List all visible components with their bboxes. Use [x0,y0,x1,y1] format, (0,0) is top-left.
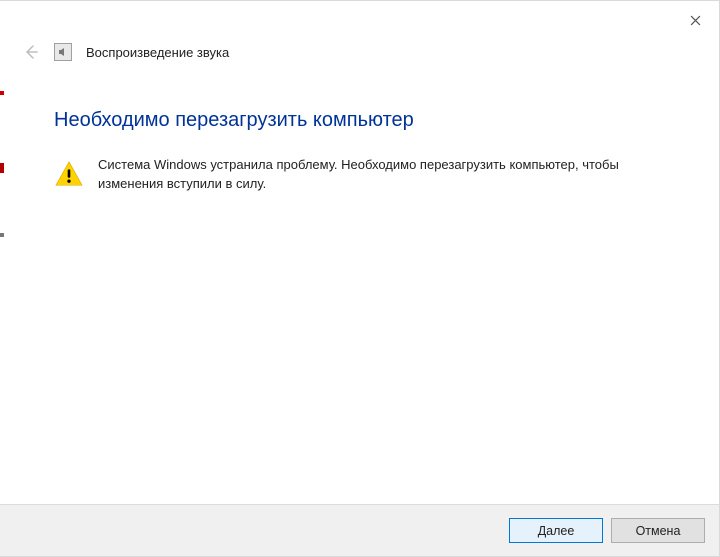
window-title: Воспроизведение звука [86,45,229,60]
message-row: Система Windows устранила проблему. Необ… [54,156,667,194]
message-text: Система Windows устранила проблему. Необ… [98,156,667,194]
header-row: Воспроизведение звука [0,39,719,65]
cancel-button[interactable]: Отмена [611,518,705,543]
titlebar [0,1,719,39]
content-area: Необходимо перезагрузить компьютер Систе… [0,65,719,504]
sound-troubleshooter-icon [54,43,72,61]
footer: Далее Отмена [0,504,719,556]
warning-icon [54,159,84,189]
back-arrow-icon [22,43,40,61]
close-icon[interactable] [681,9,709,31]
main-heading: Необходимо перезагрузить компьютер [54,109,667,132]
next-button[interactable]: Далее [509,518,603,543]
troubleshooter-dialog: Воспроизведение звука Необходимо перезаг… [0,0,720,557]
